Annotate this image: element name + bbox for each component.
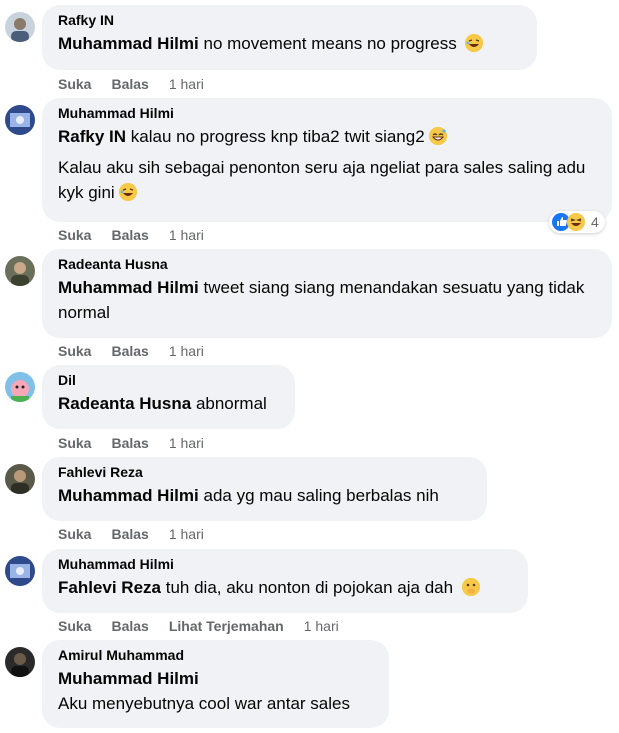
- comment-bubble: Fahlevi Reza Muhammad Hilmi ada yg mau s…: [42, 457, 487, 521]
- reply-button[interactable]: Balas: [111, 526, 148, 542]
- mention-link[interactable]: Muhammad Hilmi: [58, 669, 199, 688]
- mention-link[interactable]: Rafky IN: [58, 127, 126, 146]
- reply-button[interactable]: Balas: [111, 343, 148, 359]
- reply-button[interactable]: Balas: [111, 76, 148, 92]
- timestamp[interactable]: 1 hari: [169, 343, 204, 359]
- reaction-count: 4: [591, 214, 599, 230]
- avatar-fahlevi[interactable]: [5, 464, 35, 494]
- avatar-image: [5, 464, 35, 494]
- comment-body: tuh dia, aku nonton di pojokan aja dah: [165, 578, 454, 597]
- avatar-radeanta[interactable]: [5, 256, 35, 286]
- comment-author[interactable]: Amirul Muhammad: [58, 647, 373, 664]
- like-button[interactable]: Suka: [58, 618, 91, 634]
- comment-text: Rafky IN kalau no progress knp tiba2 twi…: [58, 124, 596, 205]
- comment-author[interactable]: Rafky IN: [58, 12, 521, 29]
- timestamp[interactable]: 1 hari: [169, 227, 204, 243]
- timestamp[interactable]: 1 hari: [304, 618, 339, 634]
- comment-text: Muhammad Hilmi Aku menyebutnya cool war …: [58, 666, 373, 716]
- mention-link[interactable]: Radeanta Husna: [58, 394, 191, 413]
- comment-author[interactable]: Muhammad Hilmi: [58, 556, 512, 573]
- timestamp[interactable]: 1 hari: [169, 526, 204, 542]
- avatar-image: [5, 256, 35, 286]
- avatar-image: [5, 12, 35, 42]
- mention-link[interactable]: Fahlevi Reza: [58, 578, 161, 597]
- like-button[interactable]: Suka: [58, 526, 91, 542]
- comment-bubble: Muhammad Hilmi Rafky IN kalau no progres…: [42, 98, 612, 222]
- comment-actions: Suka Balas 1 hari: [58, 526, 224, 543]
- comment-text: Muhammad Hilmi no movement means no prog…: [58, 31, 521, 56]
- comment-author[interactable]: Muhammad Hilmi: [58, 105, 596, 122]
- rolling-laughing-emoji: [465, 34, 484, 52]
- avatar-image: [5, 105, 35, 135]
- avatar-hilmi[interactable]: [5, 105, 35, 135]
- comment-actions: Suka Balas 1 hari: [58, 343, 224, 360]
- mention-link[interactable]: Muhammad Hilmi: [58, 278, 199, 297]
- comment-body: ada yg mau saling berbalas nih: [203, 486, 439, 505]
- comment-bubble: Radeanta Husna Muhammad Hilmi tweet sian…: [42, 249, 612, 338]
- comment-actions: Suka Balas Lihat Terjemahan 1 hari: [58, 618, 359, 635]
- timestamp[interactable]: 1 hari: [169, 435, 204, 451]
- avatar-image: [5, 556, 35, 586]
- comment-bubble: Amirul Muhammad Muhammad Hilmi Aku menye…: [42, 640, 389, 728]
- reaction-summary[interactable]: 4: [549, 211, 605, 233]
- comment-text: Radeanta Husna abnormal: [58, 391, 279, 416]
- reply-button[interactable]: Balas: [111, 227, 148, 243]
- rolling-laughing-emoji: [118, 183, 137, 201]
- reply-button[interactable]: Balas: [111, 618, 148, 634]
- comment-body: Aku menyebutnya cool war antar sales: [58, 694, 350, 713]
- comment-bubble: Muhammad Hilmi Fahlevi Reza tuh dia, aku…: [42, 549, 528, 613]
- avatar-image: [5, 372, 35, 402]
- comment-text: Muhammad Hilmi ada yg mau saling berbala…: [58, 483, 471, 508]
- haha-reaction-icon: [567, 213, 585, 231]
- comment-author[interactable]: Radeanta Husna: [58, 256, 596, 273]
- like-button[interactable]: Suka: [58, 435, 91, 451]
- avatar-dil[interactable]: [5, 372, 35, 402]
- hand-over-mouth-emoji: [461, 578, 480, 596]
- comment-bubble: Dil Radeanta Husna abnormal: [42, 365, 295, 429]
- avatar-hilmi[interactable]: [5, 556, 35, 586]
- comment-body: abnormal: [195, 394, 267, 413]
- mention-link[interactable]: Muhammad Hilmi: [58, 486, 199, 505]
- grinning-sweat-emoji: [428, 127, 447, 145]
- comment-bubble: Rafky IN Muhammad Hilmi no movement mean…: [42, 5, 537, 70]
- comment-body: kalau no progress knp tiba2 twit siang2: [130, 127, 425, 146]
- like-button[interactable]: Suka: [58, 343, 91, 359]
- avatar-image: [5, 647, 35, 677]
- comment-author[interactable]: Fahlevi Reza: [58, 464, 471, 481]
- translate-button[interactable]: Lihat Terjemahan: [169, 618, 284, 634]
- mention-link[interactable]: Muhammad Hilmi: [58, 34, 199, 53]
- reply-button[interactable]: Balas: [111, 435, 148, 451]
- comment-body: no movement means no progress: [203, 34, 457, 53]
- comment-text: Fahlevi Reza tuh dia, aku nonton di pojo…: [58, 575, 512, 600]
- avatar-amirul[interactable]: [5, 647, 35, 677]
- comment-author[interactable]: Dil: [58, 372, 279, 389]
- comment-actions: Suka Balas 1 hari: [58, 227, 224, 244]
- avatar-rafky[interactable]: [5, 12, 35, 42]
- comment-actions: Suka Balas 1 hari: [58, 435, 224, 452]
- like-button[interactable]: Suka: [58, 227, 91, 243]
- comment-body-2: Kalau aku sih sebagai penonton seru aja …: [58, 158, 586, 202]
- comment-text: Muhammad Hilmi tweet siang siang menanda…: [58, 275, 596, 325]
- comment-actions: Suka Balas 1 hari: [58, 76, 224, 93]
- timestamp[interactable]: 1 hari: [169, 76, 204, 92]
- like-button[interactable]: Suka: [58, 76, 91, 92]
